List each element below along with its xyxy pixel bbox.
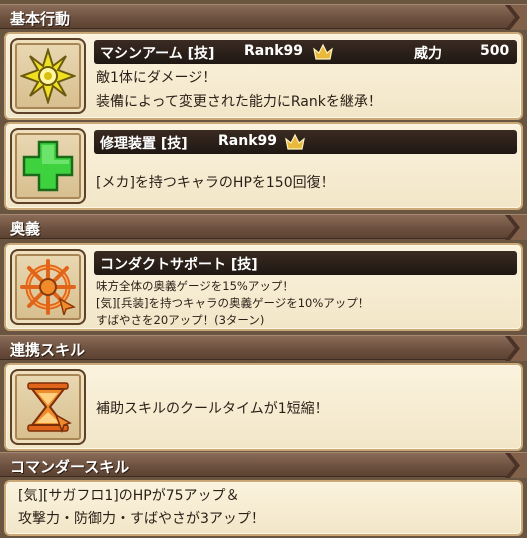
header-ribbon-icon [505,336,527,361]
section-title-renkei: 連携スキル [10,341,86,359]
skill-card-repair[interactable]: 修理装置 [技] Rank99 [メカ]を持つキャラのHPを150回復！ [4,122,523,210]
hourglass-cursor-icon [27,382,72,434]
skill-desc-line: すばやさを20アップ！(3ターン) [96,313,265,327]
skill-icon-frame [10,128,86,204]
skill-card-machine-arm[interactable]: マシンアーム [技] Rank99 威力 500 敵1体にダメージ！ 装備によっ… [4,32,523,120]
section-header-ougi: 奥義 [0,214,527,240]
skill-desc-line: [メカ]を持つキャラのHPを150回復！ [96,175,335,191]
power-value: 500 [480,43,510,59]
skill-icon-frame [10,249,86,325]
skill-rank: Rank99 [218,133,277,149]
skill-desc-line: 攻撃力・防御力・すばやさが3アップ！ [18,511,265,527]
green-cross-icon [22,140,74,192]
section-header-renkei: 連携スキル [0,335,527,361]
header-ribbon-icon [505,5,527,30]
skill-name: 修理装置 [技] [100,136,188,152]
header-ribbon-icon [505,215,527,240]
skill-card-commander[interactable]: [気][サガフロ1]のHPが75アップ＆ 攻撃力・防御力・すばやさが3アップ！ [4,480,523,536]
spiky-burst-icon [20,48,76,104]
section-header-basic: 基本行動 [0,4,527,30]
orange-wheel-icon [20,259,76,315]
skill-desc-line: [気][兵装]を持つキャラの奥義ゲージを10%アップ！ [96,296,370,310]
skill-card-link[interactable]: 補助スキルのクールタイムが1短縮！ [4,363,523,451]
skill-title-bar: 修理装置 [技] Rank99 [94,130,517,154]
skill-icon-frame [10,38,86,114]
skill-icon-frame [10,369,86,445]
skill-title-bar: マシンアーム [技] Rank99 威力 500 [94,40,517,64]
crown-icon [313,43,333,60]
power-label: 威力 [414,46,442,62]
skill-rank: Rank99 [244,43,303,59]
skill-detail-panel: 基本行動 マシンアーム [技] Rank99 威力 500 敵1体にダメージ！ … [0,0,527,538]
section-title-ougi: 奥義 [10,220,41,238]
section-header-commander: コマンダースキル [0,452,527,478]
skill-name: マシンアーム [技] [100,46,215,62]
skill-desc-line: 味方全体の奥義ゲージを15%アップ！ [96,279,294,293]
section-title-commander: コマンダースキル [10,458,130,476]
skill-card-conduct-support[interactable]: コンダクトサポート [技] 味方全体の奥義ゲージを15%アップ！ [気][兵装]… [4,243,523,331]
skill-desc-line: [気][サガフロ1]のHPが75アップ＆ [18,488,240,504]
skill-desc-line: 敵1体にダメージ！ [96,70,217,86]
skill-title-bar: コンダクトサポート [技] [94,251,517,275]
crown-icon [285,133,305,150]
skill-desc-line: 補助スキルのクールタイムが1短縮！ [96,401,329,417]
skill-name: コンダクトサポート [技] [100,257,258,273]
header-ribbon-icon [505,453,527,478]
skill-desc-line: 装備によって変更された能力にRankを継承！ [96,94,382,110]
section-title-basic: 基本行動 [10,10,71,28]
